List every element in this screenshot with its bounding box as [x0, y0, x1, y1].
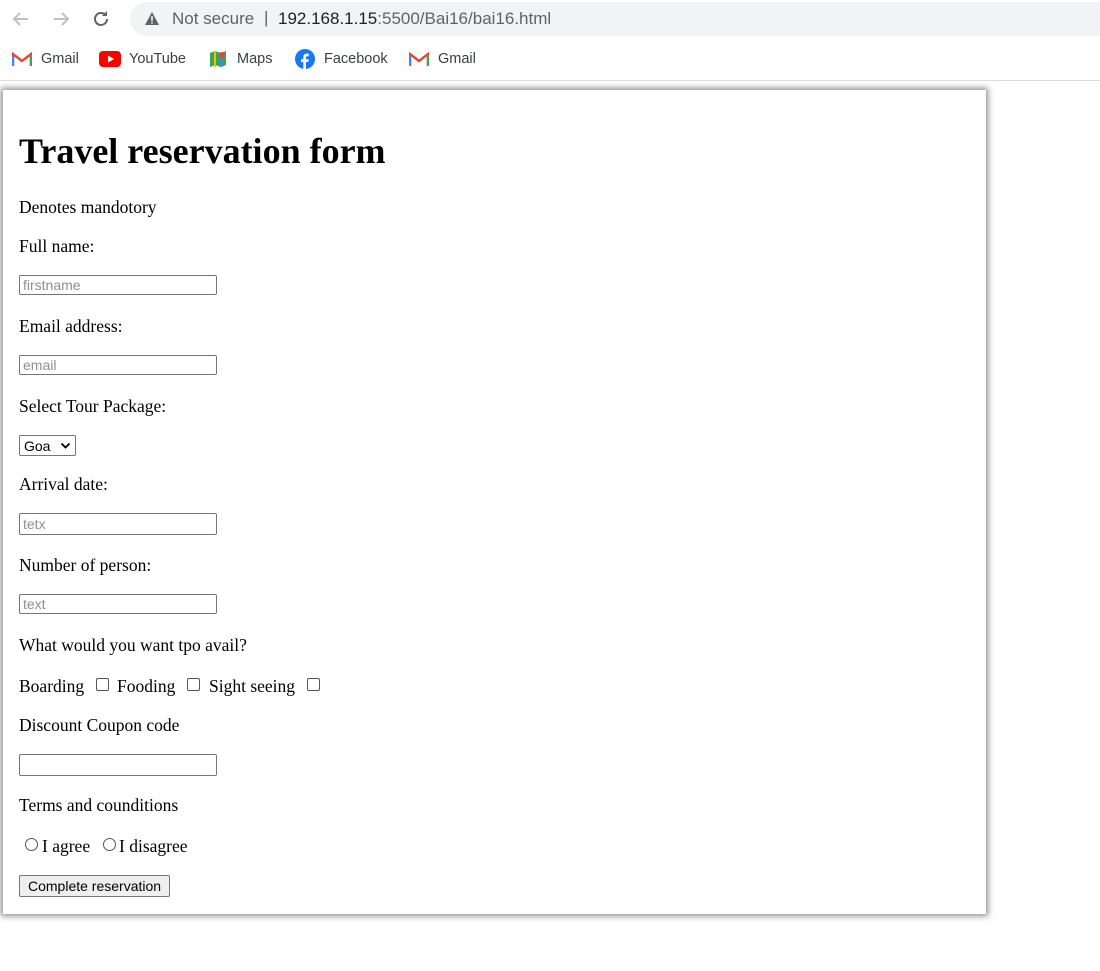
tour-package-value: Goa	[24, 437, 51, 454]
mandatory-note: Denotes mandotory	[19, 197, 157, 217]
terms-label: Terms and counditions	[19, 795, 179, 815]
sight-seeing-checkbox[interactable]	[307, 678, 320, 691]
bookmark-youtube[interactable]: YouTube	[99, 49, 186, 69]
agree-radio[interactable]	[25, 838, 38, 851]
bookmark-label: Facebook	[324, 51, 388, 67]
disagree-radio[interactable]	[103, 838, 116, 851]
persons-label: Number of person:	[19, 555, 152, 575]
boarding-checkbox[interactable]	[96, 678, 109, 691]
bookmark-label: YouTube	[129, 51, 186, 67]
full-name-label: Full name:	[19, 236, 95, 256]
complete-reservation-button[interactable]: Complete reservation	[19, 875, 171, 897]
coupon-input[interactable]	[19, 754, 217, 776]
url-text[interactable]: 192.168.1.15:5500/Bai16/bai16.html	[278, 9, 551, 29]
back-arrow-icon	[12, 12, 28, 26]
url-host: 192.168.1.15	[278, 9, 378, 28]
page-title: Travel reservation form	[19, 131, 386, 171]
gmail-icon	[11, 49, 33, 69]
warning-icon	[145, 12, 159, 25]
arrival-date-label: Arrival date:	[19, 474, 108, 494]
arrival-date-input[interactable]	[19, 513, 217, 535]
url-path: :5500/Bai16/bai16.html	[377, 9, 552, 28]
fooding-checkbox[interactable]	[187, 678, 200, 691]
forward-button[interactable]	[49, 7, 73, 31]
disagree-label: I disagree	[119, 836, 188, 856]
youtube-icon	[99, 49, 121, 69]
bookmark-label: Gmail	[438, 51, 476, 67]
back-button[interactable]	[9, 7, 33, 31]
bookmark-facebook[interactable]: Facebook	[294, 49, 388, 69]
bookmark-label: Gmail	[41, 51, 79, 67]
avail-label: What would you want tpo avail?	[19, 635, 247, 655]
browser-toolbar: Not secure | 192.168.1.15:5500/Bai16/bai…	[0, 0, 1100, 38]
maps-icon	[207, 49, 229, 69]
gmail-icon	[408, 49, 430, 69]
bookmarks-bar: Gmail YouTube Maps Facebook Gmail	[0, 38, 1100, 81]
chevron-down-icon	[60, 442, 71, 449]
reload-icon	[94, 11, 108, 26]
bookmark-gmail[interactable]: Gmail	[11, 49, 79, 69]
full-name-input[interactable]	[19, 275, 217, 295]
tour-package-label: Select Tour Package:	[19, 396, 167, 416]
agree-label: I agree	[42, 836, 91, 856]
tour-package-select[interactable]: Goa	[19, 435, 76, 456]
email-label: Email address:	[19, 316, 123, 336]
omnibox-separator: |	[264, 8, 269, 27]
form-panel: Travel reservation form Denotes mandotor…	[3, 90, 986, 914]
forward-arrow-icon	[54, 12, 70, 26]
persons-input[interactable]	[19, 594, 217, 614]
bookmark-maps[interactable]: Maps	[207, 49, 272, 69]
boarding-label: Boarding	[19, 676, 85, 696]
bookmark-label: Maps	[237, 51, 273, 67]
coupon-label: Discount Coupon code	[19, 715, 180, 735]
bookmark-gmail-2[interactable]: Gmail	[408, 49, 476, 69]
security-label[interactable]: Not secure	[172, 9, 254, 29]
fooding-label: Fooding	[117, 676, 176, 696]
sight-seeing-label: Sight seeing	[209, 676, 296, 696]
facebook-icon	[294, 49, 316, 69]
address-bar[interactable]: Not secure | 192.168.1.15:5500/Bai16/bai…	[130, 2, 1100, 36]
reload-button[interactable]	[89, 7, 113, 31]
email-input[interactable]	[19, 355, 217, 375]
